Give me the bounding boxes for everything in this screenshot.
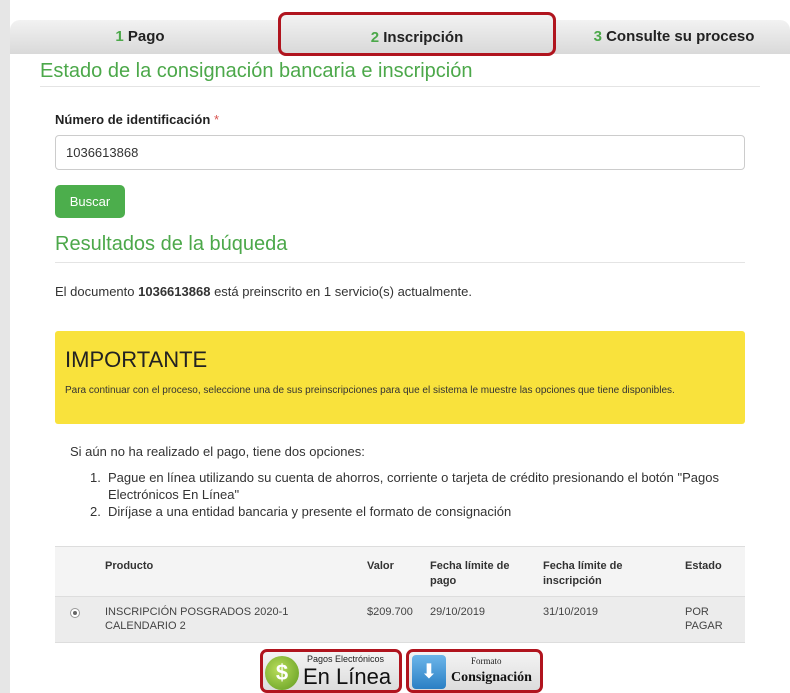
steps-nav: 1 Pago 2 Inscripción 3 Consulte su proce…	[10, 10, 790, 56]
table-row[interactable]: INSCRIPCIÓN POSGRADOS 2020-1 CALENDARIO …	[55, 596, 745, 643]
online-big-label: En Línea	[303, 664, 392, 689]
page-title: Estado de la consignación bancaria e ins…	[40, 60, 473, 82]
table-header: Producto Valor Fecha límite de pago Fech…	[55, 546, 745, 597]
payment-options-list: 1. Pague en línea utilizando su cuenta de…	[90, 469, 750, 520]
col-estado: Estado	[685, 560, 722, 572]
cell-fecha-pago: 29/10/2019	[430, 606, 486, 618]
step-label: Pago	[127, 28, 165, 45]
results-summary: El documento 1036613868 está preinscrito…	[55, 284, 472, 299]
cell-estado: POR PAGAR	[685, 606, 723, 632]
row-radio[interactable]	[70, 608, 80, 618]
step-label: Consulte su proceso	[606, 28, 755, 45]
option-text: Diríjase a una entidad bancaria y presen…	[108, 504, 512, 519]
step-number: 1	[115, 28, 124, 45]
consig-small-label: Formato	[471, 656, 502, 666]
online-small-label: Pagos Electrónicos	[307, 654, 385, 664]
option-text: Pague en línea utilizando su cuenta de a…	[108, 470, 719, 502]
step-label: Inscripción	[383, 29, 464, 46]
cell-producto: INSCRIPCIÓN POSGRADOS 2020-1 CALENDARIO …	[105, 606, 289, 632]
page: 1 Pago 2 Inscripción 3 Consulte su proce…	[10, 0, 790, 693]
step-number: 2	[370, 29, 380, 46]
download-icon: ⬇	[412, 655, 446, 689]
formato-consignacion-button[interactable]: ⬇ Formato Consignación	[406, 649, 543, 693]
pagos-en-linea-button[interactable]: $ Pagos Electrónicos En Línea	[260, 649, 402, 693]
list-item: 1. Pague en línea utilizando su cuenta de…	[90, 470, 719, 502]
cell-valor: $209.700	[367, 606, 413, 618]
summary-document: 1036613868	[138, 284, 211, 299]
important-text: Para continuar con el proceso, seleccion…	[65, 385, 675, 396]
preinscriptions-table: Producto Valor Fecha límite de pago Fech…	[55, 546, 745, 646]
divider	[40, 86, 760, 87]
summary-suffix: está preinscrito en 1 servicio(s) actual…	[214, 284, 473, 299]
dollar-coin-icon: $	[265, 656, 299, 690]
col-fecha-inscripcion: Fecha límite de inscripción	[543, 560, 623, 587]
step-pago[interactable]: 1 Pago	[10, 20, 270, 54]
payment-intro: Si aún no ha realizado el pago, tiene do…	[70, 444, 365, 459]
cell-fecha-inscripcion: 31/10/2019	[543, 606, 599, 618]
id-input[interactable]	[55, 135, 745, 170]
search-button[interactable]: Buscar	[55, 185, 125, 218]
important-title: IMPORTANTE	[65, 347, 208, 372]
required-mark: *	[213, 112, 219, 127]
important-alert: IMPORTANTE Para continuar con el proceso…	[55, 331, 745, 424]
step-inscripcion[interactable]: 2 Inscripción	[278, 12, 556, 56]
results-title: Resultados de la búqueda	[55, 233, 288, 255]
id-label-text: Número de identificación	[55, 112, 211, 127]
col-valor: Valor	[367, 560, 394, 572]
step-number: 3	[593, 28, 602, 45]
summary-prefix: El documento	[55, 284, 135, 299]
col-fecha-pago: Fecha límite de pago	[430, 560, 510, 587]
divider	[55, 262, 745, 263]
list-item: 2. Diríjase a una entidad bancaria y pres…	[90, 504, 512, 519]
id-label: Número de identificación *	[55, 112, 219, 127]
col-producto: Producto	[105, 560, 154, 572]
step-consulte[interactable]: 3 Consulte su proceso	[558, 20, 790, 54]
consig-big-label: Consignación	[451, 670, 532, 685]
